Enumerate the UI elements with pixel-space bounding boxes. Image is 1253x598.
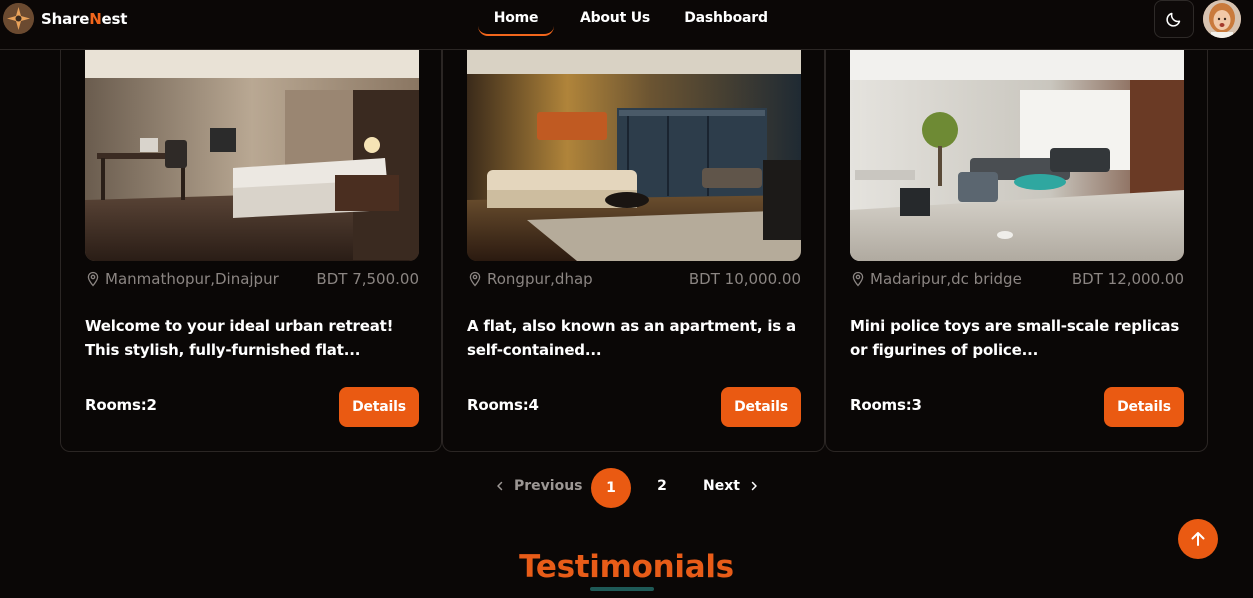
chevron-left-icon: [497, 481, 503, 491]
section-title-testimonials: Testimonials: [519, 549, 734, 585]
listing-description: A flat, also known as an apartment, is a…: [467, 317, 796, 359]
page-2-button[interactable]: 2: [652, 478, 672, 494]
logo-icon: [3, 3, 34, 34]
theme-toggle-button[interactable]: [1154, 0, 1194, 38]
listing-price: BDT 12,000.00: [1071, 270, 1184, 288]
nav-dashboard[interactable]: Dashboard: [674, 0, 778, 36]
listing-photo[interactable]: [850, 50, 1184, 261]
pagination: Previous 1 2 Next: [0, 468, 1253, 508]
page-1-button[interactable]: 1: [591, 468, 631, 508]
brand-logo[interactable]: ShareNest: [3, 3, 127, 34]
listing-rooms: Rooms:2: [85, 396, 157, 414]
user-avatar[interactable]: [1203, 0, 1241, 38]
pagination-previous[interactable]: Previous: [494, 478, 583, 494]
listing-location: Rongpur,dhap: [487, 270, 593, 288]
moon-icon: [1166, 12, 1181, 27]
listing-description: Mini police toys are small-scale replica…: [850, 317, 1180, 359]
title-underline: [590, 587, 654, 591]
page: Manmathopur,Dinajpur BDT 7,500.00 Welcom…: [0, 0, 1253, 598]
details-button[interactable]: Details: [339, 387, 419, 427]
arrow-up-icon: [1191, 532, 1205, 546]
listing-card: Manmathopur,Dinajpur BDT 7,500.00 Welcom…: [60, 0, 442, 452]
chevron-right-icon: [751, 481, 757, 491]
main-nav: Home About Us Dashboard: [478, 0, 778, 36]
previous-label: Previous: [514, 478, 583, 494]
details-button[interactable]: Details: [721, 387, 801, 427]
listing-price: BDT 10,000.00: [688, 270, 801, 288]
nav-about-us[interactable]: About Us: [570, 0, 660, 36]
details-button[interactable]: Details: [1104, 387, 1184, 427]
nav-home[interactable]: Home: [478, 0, 554, 36]
listing-card: Rongpur,dhap BDT 10,000.00 A flat, also …: [442, 0, 825, 452]
listing-photo[interactable]: [85, 50, 419, 261]
listing-rooms: Rooms:3: [850, 396, 922, 414]
listing-location: Manmathopur,Dinajpur: [105, 270, 279, 288]
location-pin-icon: [87, 271, 99, 287]
next-label: Next: [703, 478, 740, 494]
listing-location: Madaripur,dc bridge: [870, 270, 1022, 288]
listing-description: Welcome to your ideal urban retreat! Thi…: [85, 317, 394, 359]
listing-meta: Madaripur,dc bridge BDT 12,000.00: [850, 268, 1184, 290]
listing-card: Madaripur,dc bridge BDT 12,000.00 Mini p…: [825, 0, 1208, 452]
location-pin-icon: [852, 271, 864, 287]
top-navbar: ShareNest Home About Us Dashboard: [0, 0, 1253, 50]
brand-name: ShareNest: [41, 9, 128, 28]
listing-price: BDT 7,500.00: [316, 270, 419, 288]
listing-photo[interactable]: [467, 50, 801, 261]
pagination-next[interactable]: Next: [703, 478, 760, 494]
listing-meta: Rongpur,dhap BDT 10,000.00: [467, 268, 801, 290]
listing-meta: Manmathopur,Dinajpur BDT 7,500.00: [85, 268, 419, 290]
location-pin-icon: [469, 271, 481, 287]
listing-rooms: Rooms:4: [467, 396, 539, 414]
